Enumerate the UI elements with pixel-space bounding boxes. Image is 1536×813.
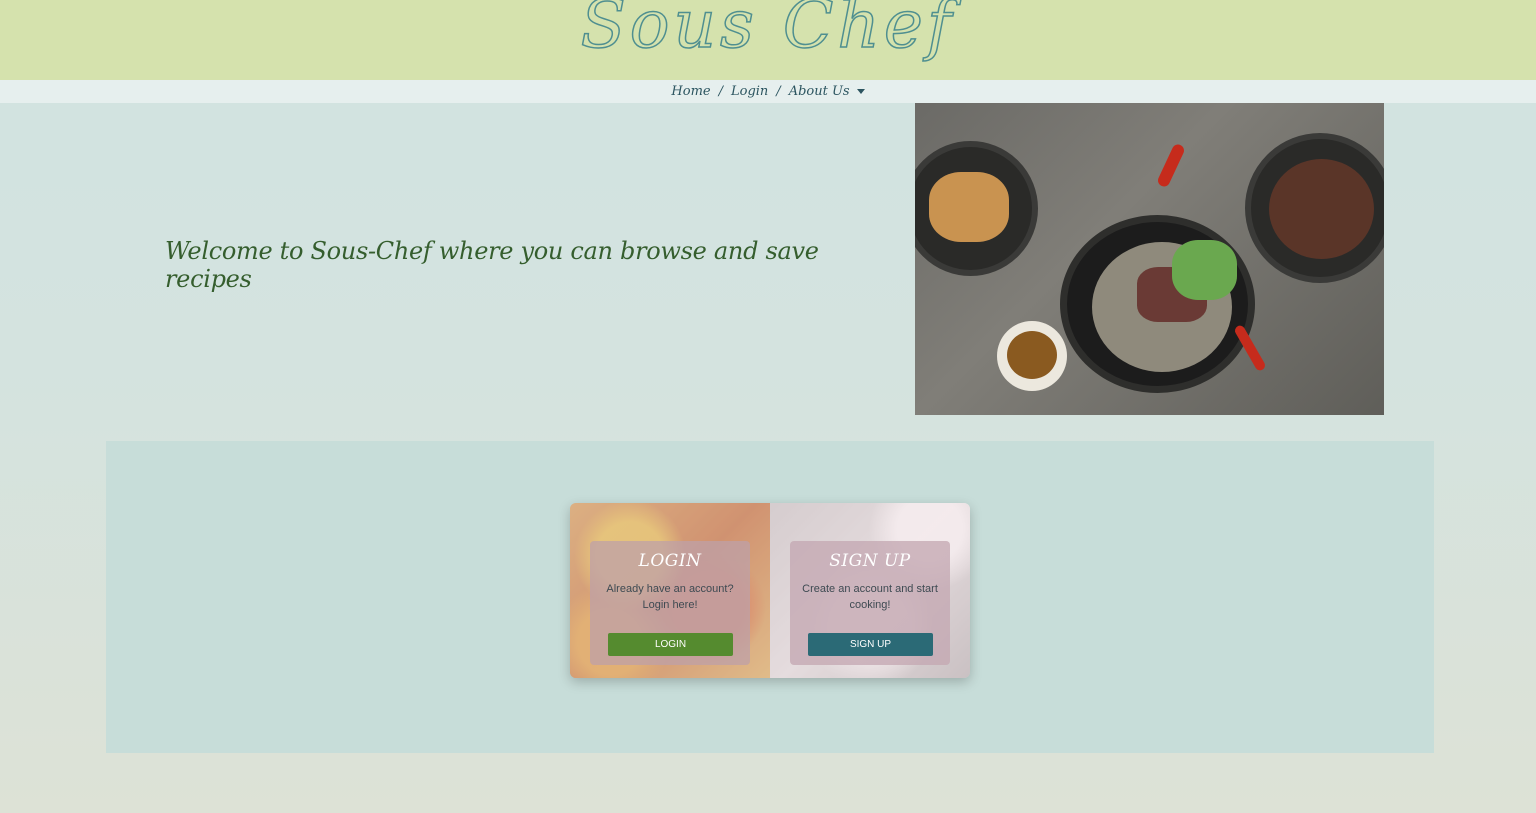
nav-separator: /	[718, 84, 723, 99]
signup-button[interactable]: SIGN UP	[808, 633, 933, 656]
site-logo[interactable]: Sous Chef	[0, 0, 1536, 64]
login-title: LOGIN	[638, 551, 702, 571]
chili-pepper	[1156, 142, 1186, 189]
login-button[interactable]: LOGIN	[608, 633, 733, 656]
nav-login-link[interactable]: Login	[731, 84, 768, 99]
signup-panel: SIGN UP Create an account and start cook…	[790, 541, 950, 665]
nav-about-label: About Us	[788, 84, 850, 99]
nav-home-link[interactable]: Home	[671, 84, 710, 99]
login-panel: LOGIN Already have an account? Login her…	[590, 541, 750, 665]
signup-card: SIGN UP Create an account and start cook…	[770, 503, 970, 678]
nav-separator: /	[776, 84, 781, 99]
welcome-heading: Welcome to Sous-Chef where you can brows…	[165, 237, 819, 293]
chevron-down-icon	[856, 89, 865, 94]
nav-about-dropdown[interactable]: About Us	[789, 84, 865, 99]
main-nav: Home / Login / About Us	[0, 80, 1536, 103]
auth-cards: LOGIN Already have an account? Login her…	[570, 503, 970, 678]
hero-food-image	[915, 103, 1384, 415]
sauce-cup	[997, 321, 1067, 391]
bowl-center	[1060, 215, 1255, 393]
bowl-right	[1245, 133, 1384, 283]
signup-description: Create an account and start cooking!	[802, 583, 938, 611]
login-description: Already have an account? Login here!	[606, 583, 734, 611]
login-card: LOGIN Already have an account? Login her…	[570, 503, 770, 678]
signup-title: SIGN UP	[829, 551, 911, 571]
bowl-left	[915, 141, 1038, 276]
